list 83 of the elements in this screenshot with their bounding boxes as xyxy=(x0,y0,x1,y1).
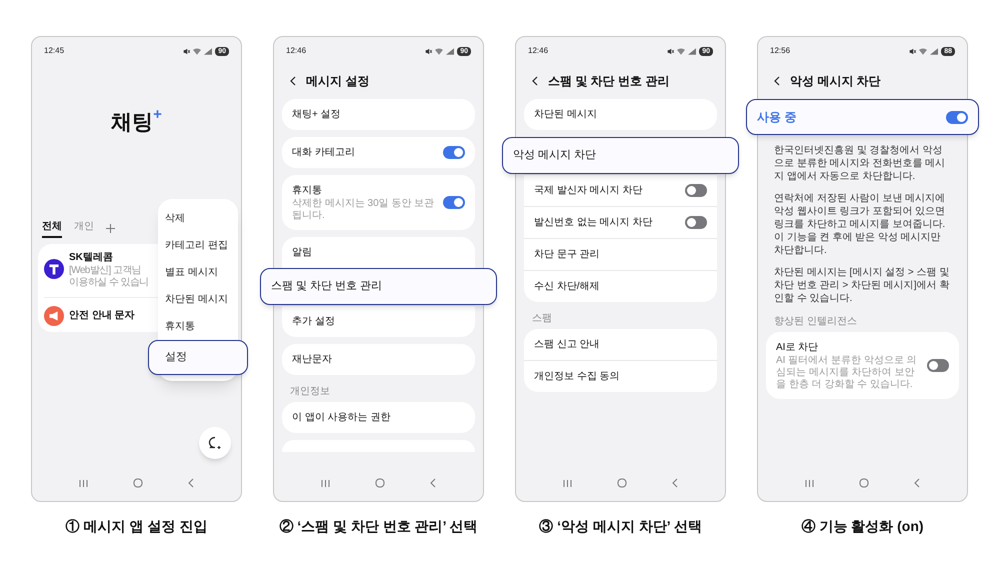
menu-item[interactable]: 삭제 xyxy=(158,205,238,232)
logo-plus: + xyxy=(153,107,162,122)
menu-item[interactable]: 별표 메시지 xyxy=(158,259,238,286)
add-tab-icon[interactable] xyxy=(106,224,115,232)
recent-apps-icon[interactable] xyxy=(320,478,330,488)
status-time: 12:46 xyxy=(286,45,306,57)
step-caption: ② ‘스팸 및 차단 번호 관리’ 선택 xyxy=(279,517,478,536)
step-caption: ① 메시지 앱 설정 진입 xyxy=(66,517,208,536)
signal-icon xyxy=(930,48,938,54)
settings-item[interactable]: 추가 설정 xyxy=(292,314,465,328)
signal-icon xyxy=(688,48,696,54)
master-switch-label: 사용 중 xyxy=(757,109,796,126)
step-caption: ③ ‘악성 메시지 차단’ 선택 xyxy=(539,517,702,536)
settings-item[interactable]: 알림 xyxy=(292,245,465,260)
toggle-switch[interactable] xyxy=(685,184,707,196)
settings-item[interactable]: 개인정보 수집 동의 xyxy=(534,368,707,384)
recent-apps-icon[interactable] xyxy=(562,478,572,488)
section-header: 개인정보 xyxy=(289,384,331,398)
description-text: 연락처에 저장된 사람이 보낸 메시지에 악성 웹사이트 링크가 포함되어 있으면 링크를 차단하고 메시지를 보여줍니다. 이 기능을 켠 후에 받은 악성 메시지만 차단합니다. xyxy=(773,192,946,257)
description-text: 차단된 메시지는 [메시지 설정 > 스팸 및 차단 번호 관리 > 차단된 메시지]에서 확인할 수 있습니다. xyxy=(773,266,950,305)
status-time: 12:56 xyxy=(770,45,790,57)
chat-plus-icon xyxy=(208,436,222,450)
toggle-switch[interactable] xyxy=(443,146,465,159)
page-title: 스팸 및 차단 번호 관리 xyxy=(548,73,670,90)
mute-icon xyxy=(909,48,916,54)
menu-item[interactable]: 설정 xyxy=(148,340,248,374)
settings-item[interactable]: 이 앱이 사용하는 권한 xyxy=(292,410,465,424)
signal-icon xyxy=(446,48,454,54)
description-text: 한국인터넷진흥원 및 경찰청에서 악성으로 분류한 메시지와 전화번호를 메시지 앱에서 자동으로 차단합니다. xyxy=(773,144,946,183)
mute-icon xyxy=(667,48,674,54)
menu-item[interactable]: 카테고리 편집 xyxy=(158,232,238,259)
settings-item[interactable]: 차단 문구 관리 xyxy=(534,246,707,262)
category-tab[interactable]: 전체 xyxy=(42,218,62,238)
back-icon[interactable] xyxy=(290,76,296,86)
message-preview: 이용하실 수 있습니 xyxy=(69,276,149,288)
mute-icon xyxy=(425,48,432,54)
conversation-name[interactable]: SK텔레콤 xyxy=(69,250,149,264)
item-description: 삭제한 메시지는 30일 동안 보관됩니다. xyxy=(292,198,435,222)
settings-item[interactable]: 휴지통 xyxy=(292,183,435,198)
toggle-switch[interactable] xyxy=(443,196,465,209)
settings-item[interactable]: 재난문자 xyxy=(292,352,465,366)
settings-item[interactable]: 스팸 및 차단 번호 관리 xyxy=(260,268,497,304)
compose-button[interactable] xyxy=(199,427,231,459)
home-icon[interactable] xyxy=(132,478,143,488)
toggle-switch[interactable] xyxy=(685,216,707,228)
back-icon[interactable] xyxy=(774,76,780,86)
conversation-name[interactable]: 안전 안내 문자 xyxy=(69,308,135,323)
settings-item[interactable]: 대화 카테고리 xyxy=(292,145,435,160)
mute-icon xyxy=(183,48,190,54)
home-icon[interactable] xyxy=(616,478,627,488)
settings-item[interactable]: AI로 차단 xyxy=(776,340,919,355)
menu-item[interactable]: 휴지통 xyxy=(158,313,238,340)
recent-apps-icon[interactable] xyxy=(78,478,88,488)
settings-item[interactable]: 국제 발신자 메시지 차단 xyxy=(534,182,677,198)
toggle-switch[interactable] xyxy=(946,110,968,124)
toggle-switch[interactable] xyxy=(927,359,949,372)
wifi-icon xyxy=(435,48,444,54)
back-icon[interactable] xyxy=(532,76,538,86)
settings-item[interactable]: 악성 메시지 차단 xyxy=(502,137,739,174)
message-preview: [Web발신] 고객님 xyxy=(69,264,142,276)
page-title: 악성 메시지 차단 xyxy=(790,73,881,90)
master-switch[interactable]: 사용 중 xyxy=(746,99,979,135)
section-header: 향상된 인텔리전스 xyxy=(773,315,858,329)
settings-item[interactable]: 수신 차단/해제 xyxy=(534,278,707,294)
home-icon[interactable] xyxy=(858,478,869,488)
home-icon[interactable] xyxy=(374,478,385,488)
settings-item[interactable]: 채팅+ 설정 xyxy=(292,107,465,122)
menu-item[interactable]: 차단된 메시지 xyxy=(158,286,238,313)
wifi-icon xyxy=(193,48,202,54)
recent-apps-icon[interactable] xyxy=(804,478,814,488)
section-header: 스팸 xyxy=(531,312,553,326)
status-time: 12:46 xyxy=(528,45,548,57)
status-time: 12:45 xyxy=(44,45,64,57)
settings-item[interactable]: 발신번호 없는 메시지 차단 xyxy=(534,214,677,230)
wifi-icon xyxy=(677,48,686,54)
wifi-icon xyxy=(919,48,928,54)
signal-icon xyxy=(204,48,212,54)
settings-item[interactable]: 차단된 메시지 xyxy=(534,107,707,122)
app-logo: 채팅 xyxy=(111,110,154,136)
item-description: AI 필터에서 분류한 악성으로 의심되는 메시지를 차단하여 보안을 한층 더 강화할 수 있습니다. xyxy=(776,355,918,391)
settings-item[interactable]: 스팸 신고 안내 xyxy=(534,336,707,352)
page-title: 메시지 설정 xyxy=(306,73,370,90)
step-caption: ④ 기능 활성화 (on) xyxy=(801,517,924,536)
